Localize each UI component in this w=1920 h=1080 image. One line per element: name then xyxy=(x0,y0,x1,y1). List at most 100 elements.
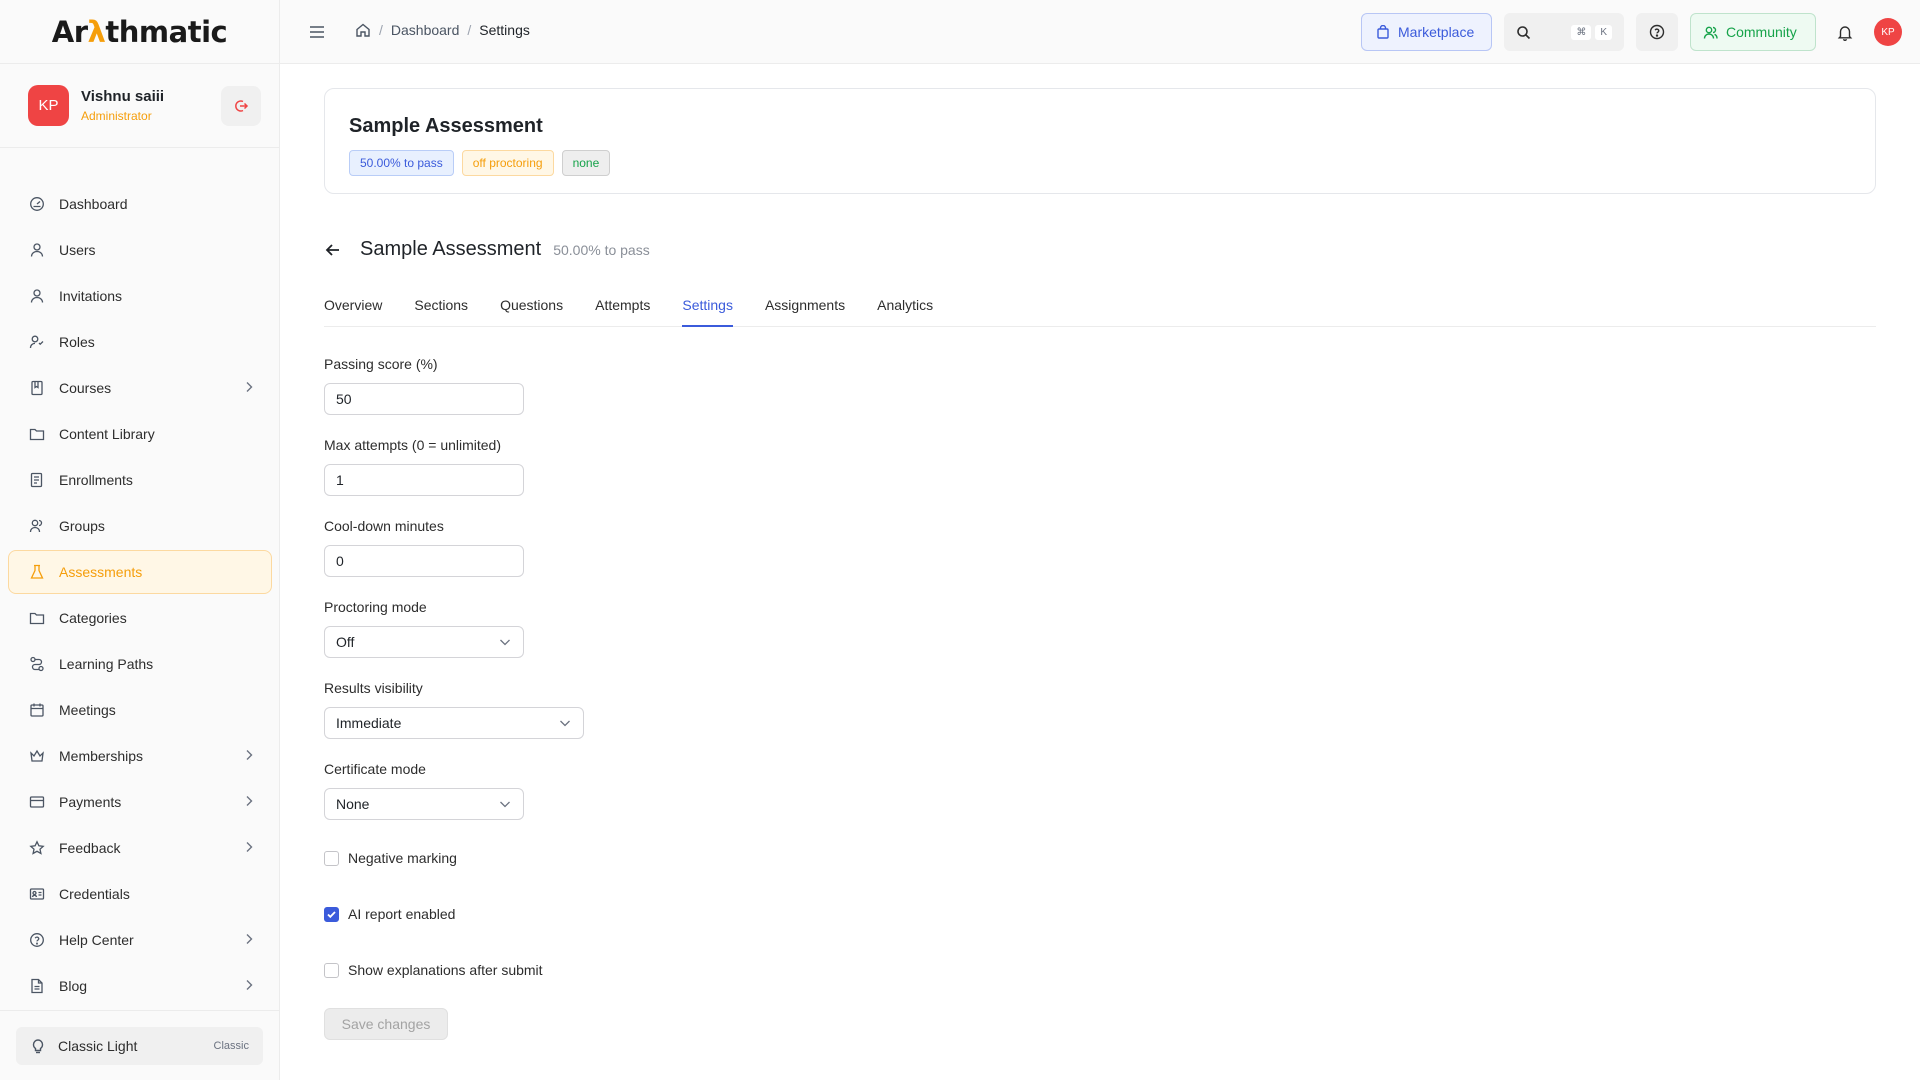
sidebar-item-label: Content Library xyxy=(59,426,155,442)
id-card-icon xyxy=(29,886,45,902)
community-button[interactable]: Community xyxy=(1690,13,1816,51)
hamburger-icon xyxy=(310,26,324,38)
ai-report-row: AI report enabled xyxy=(324,904,584,924)
tab-assignments[interactable]: Assignments xyxy=(765,297,845,327)
card-icon xyxy=(29,794,45,810)
sidebar-item-memberships[interactable]: Memberships xyxy=(8,734,272,778)
groups-icon xyxy=(29,518,45,534)
cooldown-label: Cool-down minutes xyxy=(324,518,444,534)
cooldown-input[interactable]: 0 xyxy=(324,545,524,577)
sidebar-item-feedback[interactable]: Feedback xyxy=(8,826,272,870)
search-button[interactable]: ⌘ K xyxy=(1504,13,1624,51)
logo-text-prefix: Ar xyxy=(51,14,88,49)
user-icon xyxy=(29,242,45,258)
negative-marking-checkbox[interactable] xyxy=(324,850,339,866)
sidebar-item-label: Roles xyxy=(59,334,95,350)
notifications-button[interactable] xyxy=(1828,13,1862,51)
flask-icon xyxy=(29,564,45,580)
certificate-badge: none xyxy=(561,150,611,176)
tab-settings[interactable]: Settings xyxy=(682,297,733,327)
tab-questions[interactable]: Questions xyxy=(500,297,563,327)
logout-icon xyxy=(235,99,249,112)
breadcrumb-separator: / xyxy=(467,22,472,38)
sidebar: Ar λ thmatic KP Vishnu saiii Administrator… xyxy=(0,0,280,1080)
sidebar-item-label: Users xyxy=(59,242,96,258)
tab-analytics[interactable]: Analytics xyxy=(877,297,933,327)
results-visibility-select[interactable]: Immediate xyxy=(324,707,584,739)
logo-text-suffix: thmatic xyxy=(105,14,228,49)
header-avatar[interactable]: KP xyxy=(1874,18,1902,46)
sidebar-item-label: Courses xyxy=(59,380,112,396)
main-content: Sample Assessment 50.00% to pass off pro… xyxy=(324,88,1876,1040)
page-heading: Sample Assessment 50.00% to pass xyxy=(324,238,650,261)
ai-report-checkbox[interactable] xyxy=(324,906,339,922)
sidebar-item-label: Memberships xyxy=(59,748,144,764)
assessment-tabs: Overview Sections Questions Attempts Setting… xyxy=(324,297,1876,327)
sidebar-item-label: Learning Paths xyxy=(59,656,154,672)
proctoring-select[interactable]: Off xyxy=(324,626,524,658)
lightbulb-icon xyxy=(32,1039,44,1054)
logout-button[interactable] xyxy=(221,85,261,126)
negative-marking-label: Negative marking xyxy=(348,850,457,866)
passing-score-input[interactable]: 50 xyxy=(324,383,524,415)
checkmark-icon xyxy=(327,910,336,918)
sidebar-item-users[interactable]: Users xyxy=(8,228,272,272)
max-attempts-label: Max attempts (0 = unlimited) xyxy=(324,437,502,453)
sidebar-item-enrollments[interactable]: Enrollments xyxy=(8,458,272,502)
max-attempts-input[interactable]: 1 xyxy=(324,464,524,496)
sidebar-item-payments[interactable]: Payments xyxy=(8,780,272,824)
shortcut-key-k: K xyxy=(1595,24,1612,40)
proctoring-label: Proctoring mode xyxy=(324,599,427,615)
breadcrumb: / Dashboard / Settings xyxy=(355,22,530,38)
settings-form: Passing score (%) 50 Max attempts (0 = u… xyxy=(324,356,584,1040)
chevron-right-icon xyxy=(243,748,255,764)
theme-switcher[interactable]: Classic Light Classic xyxy=(16,1027,263,1065)
sidebar-item-label: Credentials xyxy=(59,886,130,902)
certificate-select[interactable]: None xyxy=(324,788,524,820)
sidebar-nav: Dashboard Users Invitations Roles Courses Con… xyxy=(8,182,272,1010)
sidebar-item-categories[interactable]: Categories xyxy=(8,596,272,640)
sidebar-item-meetings[interactable]: Meetings xyxy=(8,688,272,732)
app-logo[interactable]: Ar λ thmatic xyxy=(0,0,279,64)
tab-sections[interactable]: Sections xyxy=(414,297,468,327)
sidebar-item-assessments[interactable]: Assessments xyxy=(8,550,272,594)
sidebar-item-credentials[interactable]: Credentials xyxy=(8,872,272,916)
sidebar-item-content-library[interactable]: Content Library xyxy=(8,412,272,456)
folder-icon xyxy=(29,610,45,626)
sidebar-item-courses[interactable]: Courses xyxy=(8,366,272,410)
sidebar-item-roles[interactable]: Roles xyxy=(8,320,272,364)
sidebar-item-learning-paths[interactable]: Learning Paths xyxy=(8,642,272,686)
breadcrumb-dashboard-link[interactable]: Dashboard xyxy=(391,22,460,38)
sidebar-item-label: Feedback xyxy=(59,840,121,856)
help-circle-icon xyxy=(1649,24,1665,40)
community-label: Community xyxy=(1726,24,1797,40)
menu-toggle-button[interactable] xyxy=(308,22,326,42)
sidebar-item-label: Blog xyxy=(59,978,88,994)
tab-attempts[interactable]: Attempts xyxy=(595,297,650,327)
pass-threshold-badge: 50.00% to pass xyxy=(349,150,454,176)
save-changes-button[interactable]: Save changes xyxy=(324,1008,448,1040)
show-explanations-checkbox[interactable] xyxy=(324,962,339,978)
summary-title: Sample Assessment xyxy=(349,115,543,137)
user-avatar: KP xyxy=(28,85,69,126)
sidebar-item-groups[interactable]: Groups xyxy=(8,504,272,548)
enrollments-icon xyxy=(29,472,45,488)
folder-icon xyxy=(29,426,45,442)
sidebar-item-dashboard[interactable]: Dashboard xyxy=(8,182,272,226)
back-arrow-icon[interactable] xyxy=(324,241,342,259)
top-header: / Dashboard / Settings Marketplace ⌘ K C… xyxy=(280,0,1920,64)
sidebar-item-blog[interactable]: Blog xyxy=(8,964,272,1008)
tab-overview[interactable]: Overview xyxy=(324,297,382,327)
sidebar-item-invitations[interactable]: Invitations xyxy=(8,274,272,318)
home-icon[interactable] xyxy=(355,22,371,38)
chevron-right-icon xyxy=(243,840,255,856)
help-button[interactable] xyxy=(1636,13,1678,51)
marketplace-button[interactable]: Marketplace xyxy=(1361,13,1492,51)
chevron-down-icon xyxy=(500,801,510,808)
sidebar-item-help-center[interactable]: Help Center xyxy=(8,918,272,962)
crown-icon xyxy=(29,748,45,764)
sidebar-item-label: Dashboard xyxy=(59,196,128,212)
chevron-down-icon xyxy=(560,720,570,727)
results-visibility-value: Immediate xyxy=(336,715,402,731)
page-title: Sample Assessment xyxy=(360,238,542,260)
